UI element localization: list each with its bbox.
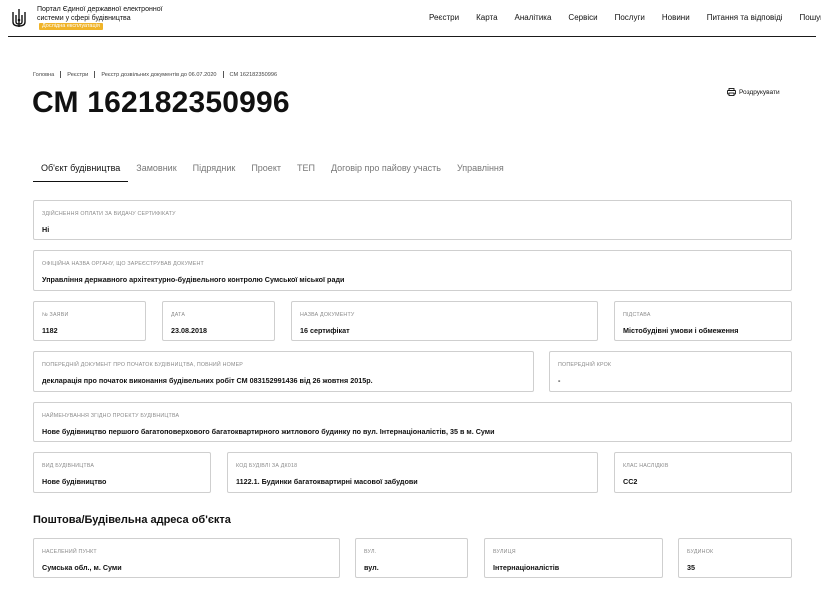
tab-project[interactable]: Проект [243,157,289,182]
field-value: Сумська обл., м. Суми [42,563,122,572]
nav-services[interactable]: Сервіси [568,13,597,22]
tab-contractor[interactable]: Підрядник [185,157,244,182]
previous-document-field: Попередній документ про початок будівниц… [33,351,534,392]
field-label: Клас наслідків [623,463,669,469]
breadcrumb: Головна Реєстри Реєстр дозвільних докуме… [33,71,277,78]
street-field: Вулиця Інтернаціоналістів [484,538,663,578]
tab-customer[interactable]: Замовник [128,157,184,182]
field-value: 1182 [42,326,58,335]
field-value: декларація про початок виконання будівел… [42,376,373,385]
field-label: Код будівлі за ДК018 [236,463,298,469]
site-header: Портал Єдиної державної електронної сист… [0,0,821,37]
field-value: 35 [687,563,695,572]
page-title: СМ 162182350996 [32,86,290,119]
authority-field: Офіційна назва органу, що зареєстрував д… [33,250,792,291]
main-nav: Реєстри Карта Аналітика Сервіси Послуги … [429,13,821,22]
trident-logo-icon[interactable] [10,8,28,28]
tab-management[interactable]: Управління [449,157,512,182]
field-value: Нове будівництво першого багатоповерхово… [42,427,495,436]
building-number-field: Будинок 35 [678,538,792,578]
breadcrumb-separator [94,71,96,78]
nav-e-services[interactable]: Послуги [615,13,645,22]
field-value: - [558,376,561,385]
nav-map[interactable]: Карта [476,13,497,22]
application-number-field: № заяви 1182 [33,301,146,341]
field-label: Вулиця [493,549,516,555]
breadcrumb-separator [222,71,224,78]
field-value: Інтернаціоналістів [493,563,560,572]
field-value: СС2 [623,477,638,486]
field-value: вул. [364,563,379,572]
breadcrumb-home[interactable]: Головна [33,72,54,78]
tab-construction-object[interactable]: Об'єкт будівництва [33,157,129,182]
street-type-field: Вул. вул. [355,538,468,578]
field-label: № заяви [42,312,69,318]
tab-bar: Об'єкт будівництва Замовник Підрядник Пр… [33,157,512,182]
field-value: Нове будівництво [42,477,107,486]
field-label: Попередній крок [558,362,612,368]
breadcrumb-permit-registry[interactable]: Реєстр дозвільних документів до 06.07.20… [101,72,216,78]
field-label: Здійснення оплати за видачу сертифікату [42,211,176,217]
field-value: 1122.1. Будинки багатоквартирні масової … [236,477,418,486]
document-name-field: Назва документу 16 сертифікат [291,301,598,341]
payment-field: Здійснення оплати за видачу сертифікату … [33,200,792,240]
nav-news[interactable]: Новини [662,13,690,22]
breadcrumb-current: СМ 162182350996 [229,71,278,78]
field-value: Управління державного архітектурно-будів… [42,275,345,284]
breadcrumb-registries[interactable]: Реєстри [67,72,88,78]
field-label: Попередній документ про початок будівниц… [42,362,244,368]
field-label: Дата [171,312,186,318]
print-button[interactable]: Роздрукувати [727,88,780,96]
nav-faq[interactable]: Питання та відповіді [707,13,783,22]
breadcrumb-separator [60,71,62,78]
print-label: Роздрукувати [739,88,780,96]
nav-search[interactable]: Пошук [800,13,821,22]
header-divider [8,36,816,37]
field-label: Населений пункт [42,549,97,555]
project-name-field: Найменування згідно проекту будівництва … [33,402,792,442]
field-label: Вул. [364,549,377,555]
field-label: Підстава [623,312,651,318]
nav-registries[interactable]: Реєстри [429,13,459,22]
basis-field: Підстава Містобудівні умови і обмеження [614,301,792,341]
nav-analytics[interactable]: Аналітика [515,13,552,22]
building-code-field: Код будівлі за ДК018 1122.1. Будинки баг… [227,452,598,493]
field-label: Назва документу [300,312,355,318]
printer-icon [727,88,736,96]
field-value: Ні [42,225,50,234]
field-value: 23.08.2018 [171,326,207,335]
field-label: Будинок [687,549,714,555]
previous-step-field: Попередній крок - [549,351,792,392]
tab-tep[interactable]: ТЕП [289,157,323,182]
field-label: Найменування згідно проекту будівництва [42,413,180,419]
settlement-field: Населений пункт Сумська обл., м. Суми [33,538,340,578]
field-label: Вид будівництва [42,463,95,469]
date-field: Дата 23.08.2018 [162,301,275,341]
field-value: 16 сертифікат [300,326,350,335]
consequence-class-field: Клас наслідків СС2 [614,452,792,493]
address-section-title: Поштова/Будівельна адреса об'єкта [33,514,231,526]
field-value: Містобудівні умови і обмеження [623,326,739,335]
beta-badge: Дослідна експлуатація [39,23,103,30]
construction-type-field: Вид будівництва Нове будівництво [33,452,211,493]
tab-equity-agreement[interactable]: Договір про пайову участь [323,157,449,182]
portal-name[interactable]: Портал Єдиної державної електронної сист… [37,6,167,32]
field-label: Офіційна назва органу, що зареєстрував д… [42,261,204,267]
